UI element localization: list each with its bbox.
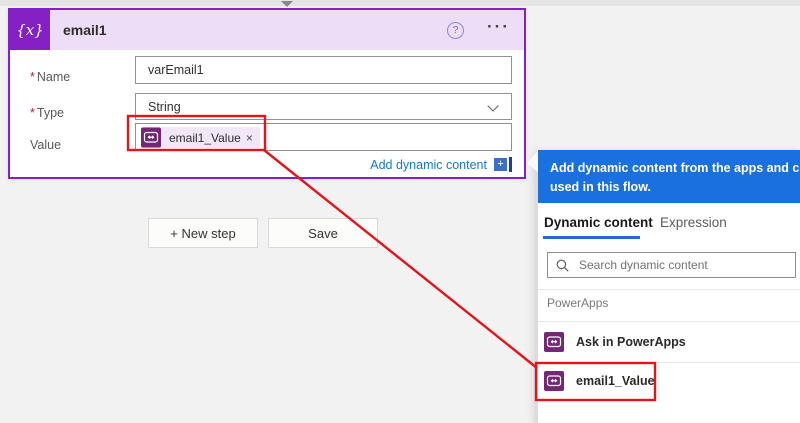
plus-icon-bar	[509, 157, 512, 172]
search-box[interactable]	[547, 252, 796, 278]
required-marker: *	[30, 70, 35, 84]
save-button[interactable]: Save	[268, 218, 378, 248]
variable-icon: {x}	[10, 10, 50, 50]
close-icon[interactable]: ×	[246, 131, 260, 145]
action-card-title: email1	[63, 22, 107, 38]
annotation-line	[264, 150, 537, 368]
list-item-ask-in-powerapps[interactable]: Ask in PowerApps	[544, 332, 686, 352]
powerapps-icon	[544, 371, 564, 391]
new-step-button[interactable]: + New step	[148, 218, 258, 248]
chevron-down-icon	[487, 100, 498, 111]
active-tab-underline	[543, 236, 640, 239]
divider	[538, 362, 800, 363]
powerapps-icon	[544, 332, 564, 352]
plus-icon[interactable]: +	[494, 158, 507, 171]
divider	[538, 321, 800, 322]
divider	[538, 289, 800, 290]
search-input[interactable]	[577, 257, 795, 273]
flow-connector-arrow-icon	[281, 1, 293, 7]
type-select[interactable]: String	[135, 93, 512, 120]
action-card-email1: {x} email1 ? ··· *Name varEmail1 *Type S…	[8, 8, 526, 179]
panel-banner-line2: used in this flow.	[550, 178, 800, 197]
add-dynamic-content-link[interactable]: Add dynamic content	[370, 158, 487, 172]
dynamic-content-panel: Add dynamic content from the apps and co…	[537, 150, 800, 423]
section-label-powerapps: PowerApps	[547, 296, 608, 310]
name-input[interactable]: varEmail1	[135, 56, 512, 84]
tab-expression[interactable]: Expression	[660, 215, 727, 230]
required-marker: *	[30, 106, 35, 120]
action-card-header[interactable]: {x} email1 ? ···	[10, 10, 524, 50]
list-item-email1-value[interactable]: email1_Value	[544, 371, 655, 391]
value-field-label: Value	[30, 138, 61, 152]
type-select-value: String	[148, 100, 181, 114]
chip-label: email1_Value	[161, 131, 246, 145]
panel-banner: Add dynamic content from the apps and co…	[538, 150, 800, 203]
powerapps-icon	[141, 127, 161, 148]
list-item-label: Ask in PowerApps	[576, 335, 686, 349]
canvas-top-strip	[0, 0, 800, 6]
help-icon[interactable]: ?	[447, 22, 464, 39]
menu-ellipsis-icon[interactable]: ···	[487, 17, 510, 37]
type-field-label: *Type	[30, 106, 64, 120]
name-field-label: *Name	[30, 70, 70, 84]
panel-banner-line1: Add dynamic content from the apps and co…	[550, 159, 800, 178]
value-input[interactable]: email1_Value ×	[135, 123, 512, 151]
search-icon	[556, 259, 569, 272]
panel-beak	[527, 151, 538, 172]
dynamic-content-chip[interactable]: email1_Value ×	[141, 127, 260, 148]
list-item-label: email1_Value	[576, 374, 655, 388]
tab-dynamic-content[interactable]: Dynamic content	[544, 215, 653, 230]
